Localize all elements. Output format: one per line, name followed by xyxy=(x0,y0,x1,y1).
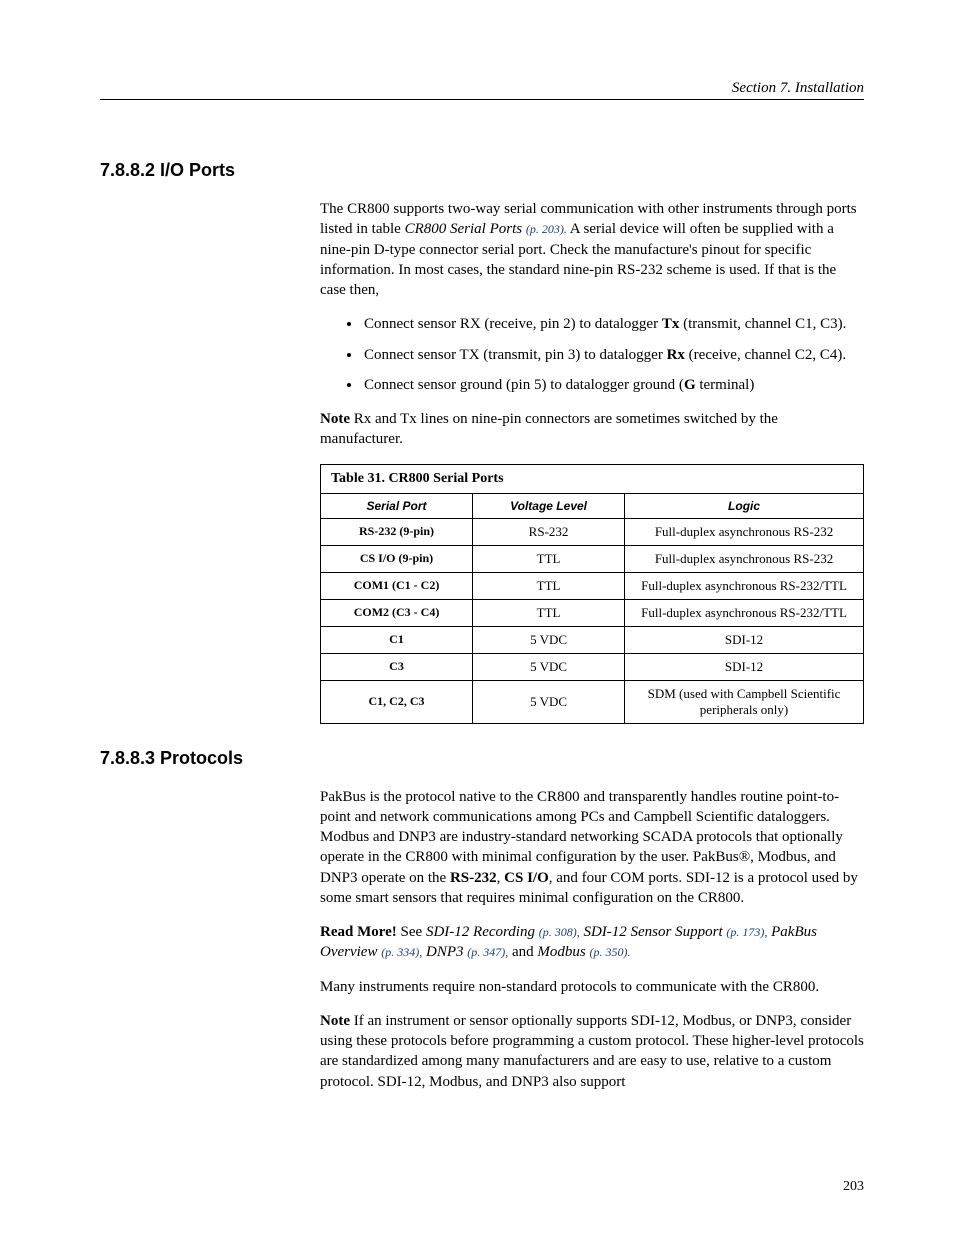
table-row: COM1 (C1 - C2)TTLFull-duplex asynchronou… xyxy=(321,572,864,599)
table-row: C35 VDCSDI-12 xyxy=(321,653,864,680)
table-header-row: Serial Port Voltage Level Logic xyxy=(321,493,864,518)
bullet-tx: Connect sensor TX (transmit, pin 3) to d… xyxy=(362,345,864,365)
page: Section 7. Installation 7.8.8.2 I/O Port… xyxy=(0,0,954,1235)
protocols-nonstandard: Many instruments require non-standard pr… xyxy=(320,977,864,997)
serial-ports-table: Table 31. CR800 Serial Ports Serial Port… xyxy=(320,464,864,724)
page-ref-347[interactable]: (p. 347), xyxy=(467,945,508,959)
table-row: C1, C2, C35 VDCSDM (used with Campbell S… xyxy=(321,680,864,723)
page-header: Section 7. Installation xyxy=(100,80,864,100)
io-ports-bullets: Connect sensor RX (receive, pin 2) to da… xyxy=(320,314,864,395)
page-number: 203 xyxy=(843,1179,864,1195)
col-voltage: Voltage Level xyxy=(473,493,625,518)
bullet-rx: Connect sensor RX (receive, pin 2) to da… xyxy=(362,314,864,334)
protocols-readmore: Read More! See SDI-12 Recording (p. 308)… xyxy=(320,922,864,963)
io-ports-note: Note Rx and Tx lines on nine-pin connect… xyxy=(320,409,864,450)
table-row: C15 VDCSDI-12 xyxy=(321,626,864,653)
table-row: CS I/O (9-pin)TTLFull-duplex asynchronou… xyxy=(321,545,864,572)
page-ref-203[interactable]: (p. 203). xyxy=(526,222,567,236)
protocols-intro: PakBus is the protocol native to the CR8… xyxy=(320,787,864,909)
table-title-row: Table 31. CR800 Serial Ports xyxy=(321,464,864,493)
table-row: RS-232 (9-pin)RS-232Full-duplex asynchro… xyxy=(321,518,864,545)
page-ref-350[interactable]: (p. 350). xyxy=(590,945,631,959)
page-ref-334[interactable]: (p. 334), xyxy=(381,945,422,959)
section-heading-protocols: 7.8.8.3 Protocols xyxy=(100,748,864,769)
page-ref-308[interactable]: (p. 308), xyxy=(539,925,580,939)
section-heading-io-ports: 7.8.8.2 I/O Ports xyxy=(100,160,864,181)
protocols-body: PakBus is the protocol native to the CR8… xyxy=(320,787,864,1092)
col-serial-port: Serial Port xyxy=(321,493,473,518)
io-ports-intro: The CR800 supports two-way serial commun… xyxy=(320,199,864,300)
io-ports-body: The CR800 supports two-way serial commun… xyxy=(320,199,864,724)
bullet-ground: Connect sensor ground (pin 5) to datalog… xyxy=(362,375,864,395)
table-row: COM2 (C3 - C4)TTLFull-duplex asynchronou… xyxy=(321,599,864,626)
page-ref-173[interactable]: (p. 173), xyxy=(726,925,767,939)
cross-ref-serial-ports: CR800 Serial Ports (p. 203). xyxy=(405,221,567,237)
table-title: Table 31. CR800 Serial Ports xyxy=(321,464,864,493)
header-text: Section 7. Installation xyxy=(732,80,864,96)
col-logic: Logic xyxy=(625,493,864,518)
protocols-note: Note If an instrument or sensor optional… xyxy=(320,1011,864,1092)
ref-modbus: Modbus (p. 350). xyxy=(537,944,630,960)
